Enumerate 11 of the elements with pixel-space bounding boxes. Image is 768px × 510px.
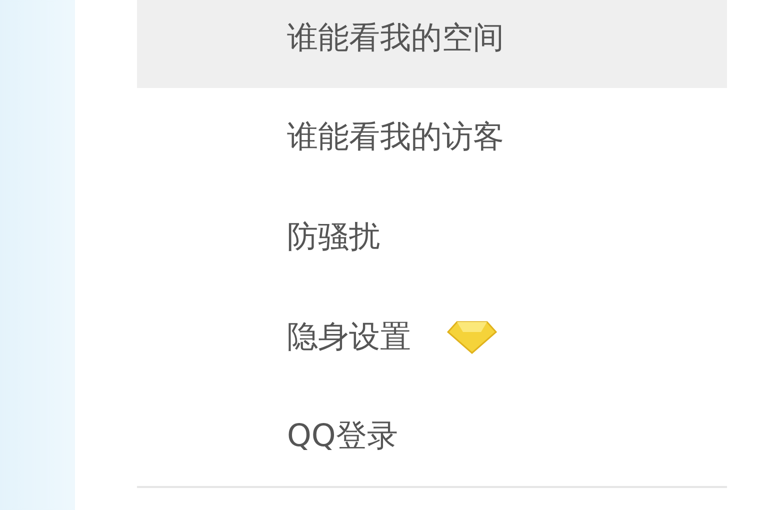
- menu-item-label: 谁能看我的访客: [287, 118, 504, 158]
- menu-item[interactable]: QQ登录: [137, 386, 727, 486]
- menu-item[interactable]: 防骚扰: [137, 187, 727, 287]
- diamond-icon: [447, 320, 497, 354]
- menu-item[interactable]: 隐身设置: [137, 286, 727, 386]
- menu-item-label: 防骚扰: [287, 218, 380, 257]
- menu-item-label: QQ登录: [287, 417, 398, 456]
- menu-item[interactable]: 谁能看我的空间: [137, 0, 727, 88]
- menu-item-label: 隐身设置: [287, 318, 411, 357]
- menu-item-label: 谁能看我的空间: [287, 18, 504, 58]
- menu-item[interactable]: 谁能看我的访客: [137, 88, 727, 188]
